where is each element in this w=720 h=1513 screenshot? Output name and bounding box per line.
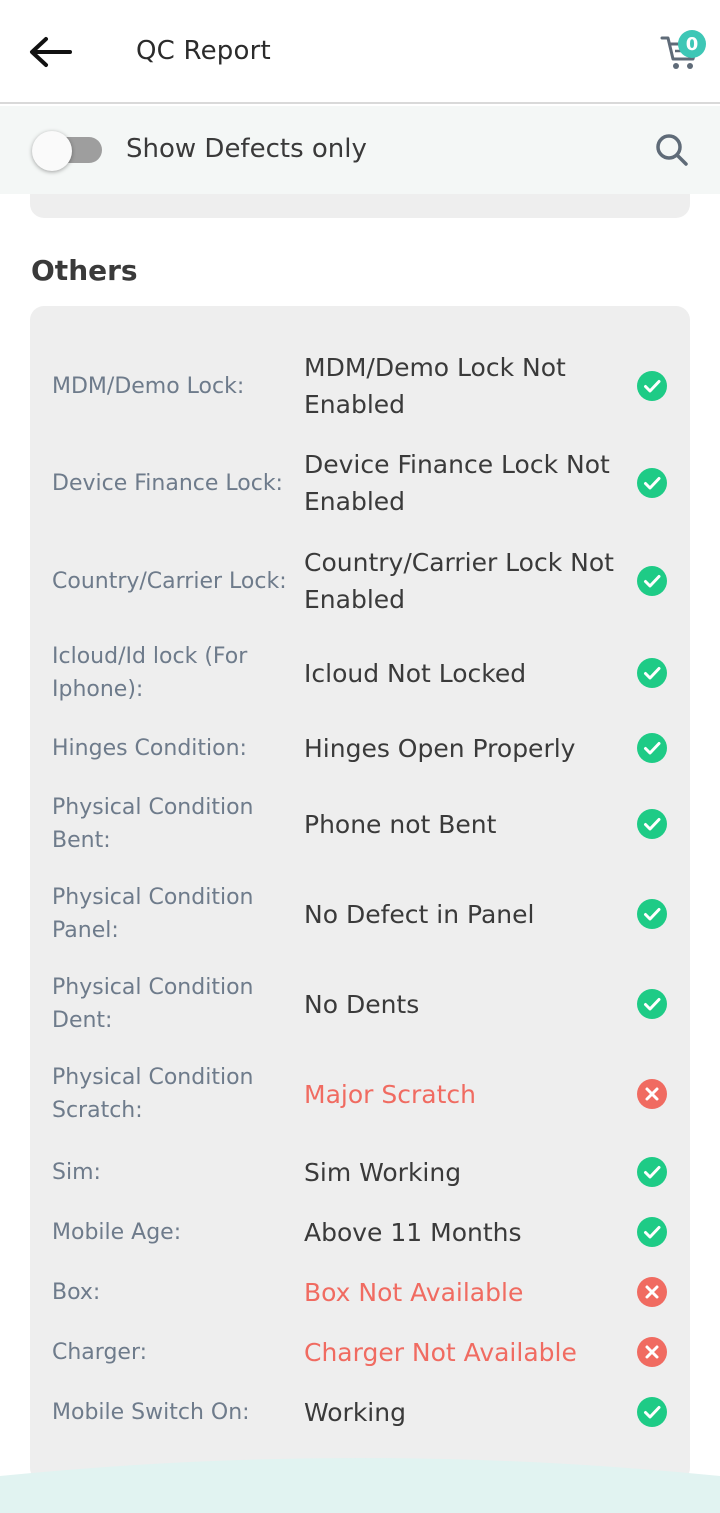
check-icon [636,1396,668,1428]
qc-row-value: Phone not Bent [304,809,497,839]
fail-icon [636,1078,668,1110]
qc-row-label: Country/Carrier Lock: [52,568,287,594]
qc-row-label: Hinges Condition: [52,735,247,761]
qc-row: Country/Carrier Lock: Country/Carrier Loc… [30,543,690,619]
check-icon [636,1216,668,1248]
qc-row-value: Charger Not Available [304,1337,577,1367]
qc-row: MDM/Demo Lock: MDM/Demo Lock Not Enabled [30,348,690,424]
qc-row-label: Sim: [52,1159,101,1185]
qc-row-label: MDM/Demo Lock: [52,373,245,399]
qc-row: Charger: Charger Not Available [30,1332,690,1372]
qc-row-value: Box Not Available [304,1277,524,1307]
qc-row-label: Box: [52,1279,101,1305]
qc-row: Physical Condition Panel: No Defect in Pa… [30,881,690,947]
qc-row-value: Working [304,1397,406,1427]
qc-row-label: Icloud/Id lock (For Iphone): [52,644,248,702]
search-icon [656,134,688,166]
qc-row: Physical Condition Bent: Phone not Bent [30,791,690,857]
check-icon [636,657,668,689]
qc-row-label: Device Finance Lock: [52,470,283,496]
app-header: QC Report 0 [0,0,720,104]
qc-row-label: Mobile Switch On: [52,1399,250,1425]
qc-row: Icloud/Id lock (For Iphone): Icloud Not L… [30,640,690,706]
check-icon [636,808,668,840]
others-card: MDM/Demo Lock: MDM/Demo Lock Not Enabled D… [30,306,690,1482]
qc-row-label: Physical Condition Scratch: [52,1065,254,1123]
section-title: Others [31,254,138,287]
qc-row-value: No Dents [304,989,420,1019]
qc-row: Hinges Condition: Hinges Open Properly [30,728,690,768]
previous-section-card [30,194,690,218]
qc-row-value: Sim Working [304,1157,462,1187]
arrow-left-icon [30,37,72,67]
check-icon [636,565,668,597]
check-icon [636,467,668,499]
qc-row: Physical Condition Scratch: Major Scratch [30,1061,690,1127]
qc-row-value: Above 11 Months [304,1217,522,1247]
qc-row-label: Physical Condition Dent: [52,975,254,1033]
qc-row-value: Country/Carrier Lock Not Enabled [304,548,614,614]
check-icon [636,988,668,1020]
qc-row: Physical Condition Dent: No Dents [30,971,690,1037]
check-icon [636,898,668,930]
qc-row-value: Major Scratch [304,1079,476,1109]
qc-row-label: Physical Condition Panel: [52,885,254,943]
back-button[interactable] [28,30,76,74]
qc-row-value: No Defect in Panel [304,899,535,929]
fail-icon [636,1336,668,1368]
qc-row-label: Mobile Age: [52,1219,182,1245]
qc-row-label: Charger: [52,1339,148,1365]
qc-row-label: Physical Condition Bent: [52,795,254,853]
fail-icon [636,1276,668,1308]
qc-row: Mobile Switch On: Working [30,1392,690,1432]
qc-row-value: MDM/Demo Lock Not Enabled [304,353,566,419]
qc-row-value: Hinges Open Properly [304,733,576,763]
show-defects-label: Show Defects only [126,134,367,164]
qc-row: Sim: Sim Working [30,1152,690,1192]
toggle-knob[interactable] [32,131,72,171]
cart-count-badge: 0 [678,30,706,58]
qc-row-value: Icloud Not Locked [304,658,527,688]
search-button[interactable] [652,130,692,170]
page-title: QC Report [136,36,271,66]
check-icon [636,1156,668,1188]
qc-row: Device Finance Lock: Device Finance Lock … [30,445,690,521]
qc-row: Box: Box Not Available [30,1272,690,1312]
qc-row-value: Device Finance Lock Not Enabled [304,450,610,516]
check-icon [636,732,668,764]
qc-row: Mobile Age: Above 11 Months [30,1212,690,1252]
check-icon [636,370,668,402]
bottom-decoration [0,1454,720,1513]
